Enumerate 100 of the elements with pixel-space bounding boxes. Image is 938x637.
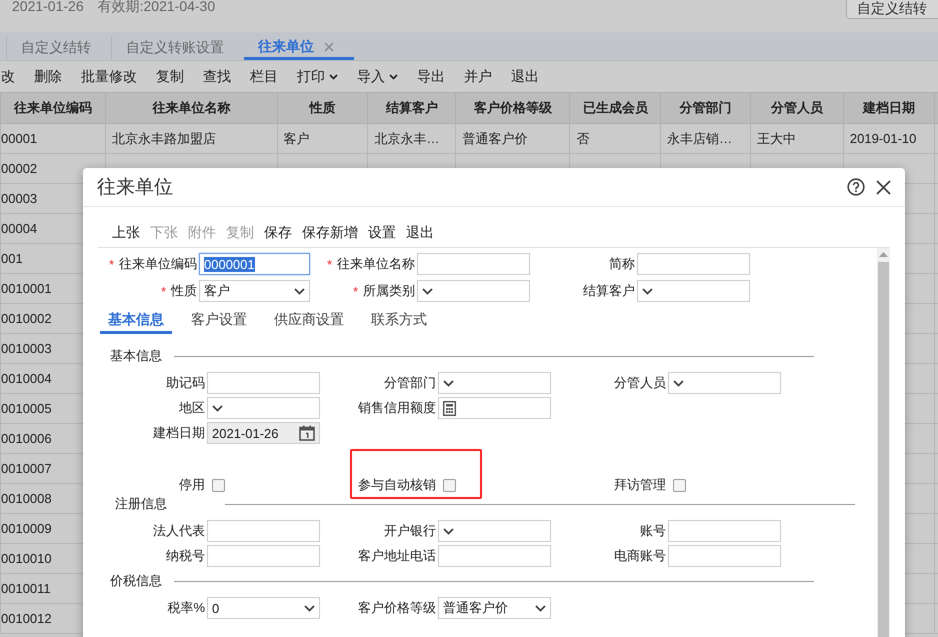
select-field[interactable] [668, 372, 781, 394]
checkbox-label: 停用 [179, 476, 205, 494]
toolbar-button[interactable]: 导出 [417, 68, 445, 86]
field-label: 法人代表 [153, 522, 205, 540]
column-header[interactable]: 建档日期 [843, 92, 934, 124]
toolbar-button[interactable]: 改 [1, 68, 15, 86]
calendar-icon [299, 425, 315, 441]
tab[interactable]: 联系方式 [363, 308, 435, 334]
field-label: 性质 [171, 282, 197, 300]
caret-icon [389, 74, 398, 80]
input-field[interactable] [668, 545, 781, 567]
select-field[interactable]: 0 [207, 597, 320, 619]
input-field[interactable] [438, 545, 551, 567]
tab[interactable]: 供应商设置 [266, 308, 352, 334]
select-field[interactable]: 客户 [199, 280, 310, 302]
chevron-down-icon [443, 528, 454, 534]
column-header[interactable]: 性质 [277, 92, 368, 124]
select-field[interactable] [207, 397, 320, 419]
amount-field[interactable] [438, 397, 551, 419]
column-header[interactable]: 分管人员 [750, 92, 844, 124]
column-header[interactable]: 往来单位名称 [105, 92, 278, 124]
toolbar-button[interactable]: 退出 [511, 68, 539, 86]
toolbar-button[interactable]: 复制 [156, 68, 184, 86]
toolbar-button[interactable]: 栏目 [250, 68, 278, 86]
table-cell: 普通客户价 [462, 130, 528, 146]
chevron-down-icon [304, 604, 315, 612]
toolbar-button[interactable]: 退出 [406, 224, 434, 242]
toolbar-button[interactable]: 删除 [34, 68, 62, 86]
table-cell: 2019-01-10 [850, 131, 916, 146]
toolbar-button[interactable]: 设置 [368, 224, 396, 242]
table-cell: 王大中 [757, 130, 796, 146]
field-label: 电商账号 [614, 547, 666, 565]
help-icon[interactable] [847, 178, 865, 196]
table-cell: 00004 [2, 221, 38, 236]
toolbar-button[interactable]: 并户 [464, 68, 492, 86]
toolbar-button[interactable]: 保存 [264, 224, 292, 242]
table-cell: 001 [2, 251, 23, 266]
table-cell: 0010005 [2, 401, 52, 416]
section-title: 基本信息 [110, 347, 162, 365]
field-label: 客户价格等级 [358, 599, 436, 617]
toolbar-button[interactable]: 保存新增 [302, 224, 358, 242]
input-field[interactable] [207, 545, 320, 567]
table-cell: 0010012 [2, 611, 52, 626]
field-label: 结算客户 [583, 282, 635, 300]
input-field[interactable] [207, 520, 320, 542]
tab[interactable]: 客户设置 [183, 308, 255, 334]
date-text: 2021-01-26 [12, 0, 84, 13]
input-field[interactable] [207, 372, 320, 394]
toolbar-button[interactable]: 打印 [297, 68, 338, 86]
select-field[interactable] [438, 520, 551, 542]
scrollbar[interactable] [877, 248, 890, 637]
column-header[interactable]: 往来单位编码 [0, 92, 106, 124]
toolbar-button[interactable]: 上张 [112, 224, 140, 242]
table-cell: 0010008 [2, 491, 52, 506]
dialog-title: 往来单位 [97, 176, 173, 200]
toolbar-button[interactable]: 查找 [203, 68, 231, 86]
field-label: 简称 [609, 255, 635, 273]
toolbar-button[interactable]: 导入 [357, 68, 398, 86]
table-cell: 0010010 [2, 551, 52, 566]
caret-icon [329, 74, 338, 80]
column-header[interactable]: 分管部门 [660, 92, 751, 124]
input-field[interactable] [668, 520, 781, 542]
field-label: 客户地址电话 [358, 547, 436, 565]
select-field[interactable] [637, 280, 750, 302]
calculator-icon [443, 400, 456, 416]
required-asterisk: * [326, 256, 332, 272]
field-label: 税率% [167, 599, 205, 617]
chevron-down-icon [422, 288, 433, 294]
table-cell: 00002 [2, 161, 38, 176]
section-title: 价税信息 [110, 572, 162, 590]
checkbox[interactable] [212, 478, 225, 492]
required-asterisk: * [352, 284, 358, 298]
close-icon[interactable] [876, 180, 891, 194]
action-button[interactable]: 自定义结转 [846, 0, 938, 19]
select-field[interactable] [438, 372, 551, 394]
checkbox[interactable] [443, 478, 456, 492]
field-label: 账号 [640, 522, 666, 540]
chevron-down-icon [535, 604, 546, 612]
column-header[interactable]: 客户价格等级 [456, 92, 570, 124]
field-label: 开户银行 [384, 522, 436, 540]
table-cell: 客户 [284, 130, 310, 146]
input-field[interactable]: 0000001 [199, 253, 310, 275]
toolbar-button[interactable]: 批量修改 [81, 68, 137, 86]
table-cell: 0010011 [2, 581, 51, 596]
field-label: 往来单位编码 [119, 255, 197, 273]
chevron-down-icon [673, 380, 684, 386]
select-field[interactable]: 普通客户价 [438, 597, 551, 619]
tab[interactable]: 基本信息 [100, 308, 172, 334]
checkbox[interactable] [673, 478, 686, 492]
field-label: 销售信用额度 [358, 399, 436, 417]
input-field[interactable] [417, 253, 530, 275]
select-field[interactable] [417, 280, 530, 302]
column-header[interactable]: 结算客户 [368, 92, 456, 124]
column-header[interactable]: 已生成会员 [570, 92, 661, 124]
table-cell: 永丰店销… [667, 130, 732, 146]
table-cell: 0010009 [2, 521, 52, 536]
input-field[interactable] [637, 253, 750, 275]
scroll-up-icon[interactable] [879, 252, 888, 257]
field-label: 所属类别 [363, 282, 415, 300]
table-cell: 0010004 [2, 371, 52, 386]
